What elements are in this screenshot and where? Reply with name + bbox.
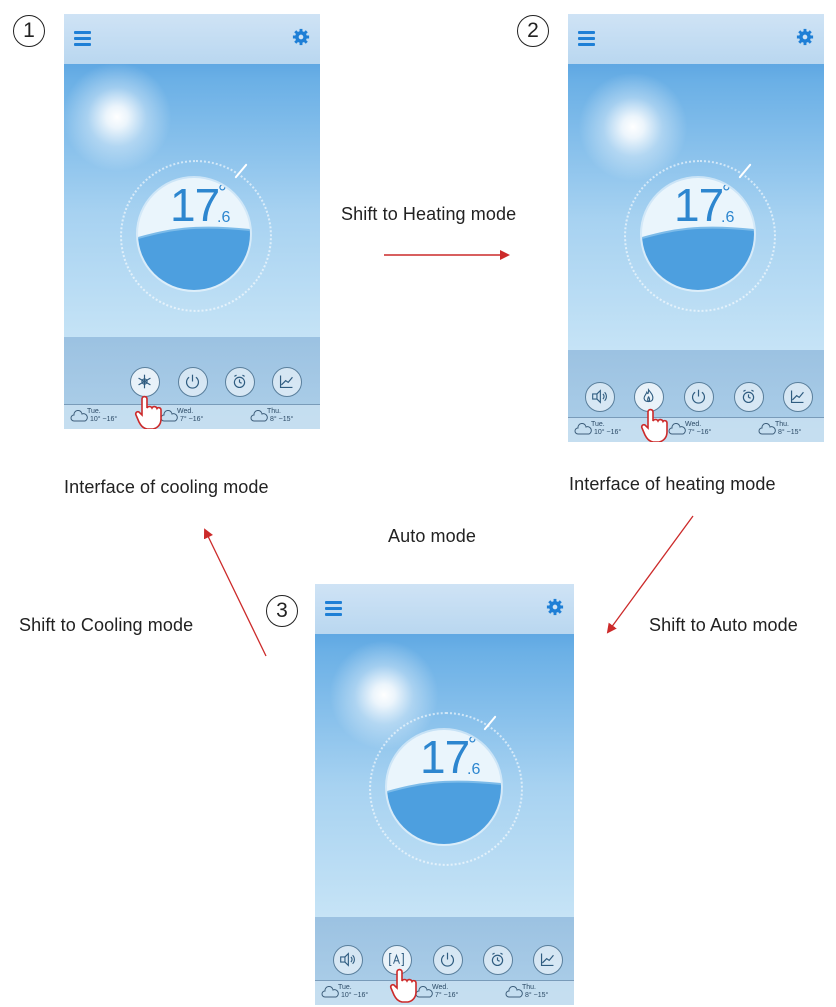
temperature-value: 17 (420, 731, 470, 783)
phone-screen-auto: 17 ° .6 Tue. 10° ~16° Wed. 7° ~16° Thu. … (315, 584, 574, 1005)
control-panel: Tue. 10° ~16° Wed. 7° ~16° Thu. 8° ~15° (568, 350, 824, 442)
speaker-icon (592, 389, 607, 404)
snowflake-icon (138, 374, 151, 389)
temperature-decimal: .6 (217, 209, 231, 226)
alarm-clock-icon (742, 389, 755, 404)
temperature-dial[interactable]: 17 ° .6 (387, 730, 501, 844)
power-icon (185, 374, 200, 389)
timer-button[interactable] (734, 382, 764, 412)
temperature-value: 17 (674, 179, 724, 231)
control-panel: Tue. 10° ~16° Wed. 7° ~16° Thu. 8° ~15° (64, 337, 320, 429)
weather-forecast: Tue. 10° ~16° Wed. 7° ~16° Thu. 8° ~15° (64, 404, 320, 429)
power-icon (691, 389, 706, 404)
power-button[interactable] (433, 945, 463, 975)
pointer-hand-icon (389, 968, 417, 1003)
mode-cooling-button[interactable] (130, 367, 160, 397)
pointer-hand-icon (134, 395, 162, 429)
chart-icon (540, 953, 554, 967)
power-button[interactable] (178, 367, 208, 397)
chart-button[interactable] (272, 367, 302, 397)
gear-icon[interactable] (546, 598, 564, 616)
chart-icon (279, 375, 293, 389)
alarm-clock-icon (233, 374, 246, 389)
caption-auto-mode: Auto mode (388, 526, 476, 546)
flame-icon (643, 388, 654, 403)
caption-shift-to-heating: Shift to Heating mode (341, 204, 517, 224)
chart-button[interactable] (783, 382, 813, 412)
cloud-icon (321, 986, 339, 998)
top-bar (64, 14, 320, 64)
sun-glow (64, 62, 172, 172)
cloud-icon (668, 423, 686, 435)
menu-icon[interactable] (74, 31, 91, 46)
chart-button[interactable] (533, 945, 563, 975)
control-panel: Tue. 10° ~16° Wed. 7° ~16° Thu. 8° ~15° (315, 917, 574, 1005)
caption-interface-cooling: Interface of cooling mode (64, 477, 269, 497)
pointer-hand-icon (640, 408, 668, 442)
temperature-degree: ° (218, 180, 227, 205)
temperature-decimal: .6 (467, 761, 481, 778)
temperature-dial[interactable]: 17 ° .6 (138, 178, 250, 290)
phone-screen-heating: 17 ° .6 Tue. 10° ~16° Wed. 7° ~16° Thu. … (568, 14, 824, 442)
auto-icon (389, 953, 404, 966)
temperature-value: 17 (170, 179, 220, 231)
speaker-icon (340, 952, 355, 967)
top-bar (568, 14, 824, 64)
timer-button[interactable] (225, 367, 255, 397)
cloud-icon (574, 423, 592, 435)
temperature-degree: ° (468, 732, 477, 757)
weather-forecast: Tue. 10° ~16° Wed. 7° ~16° Thu. 8° ~15° (568, 417, 824, 442)
sound-button[interactable] (333, 945, 363, 975)
weather-forecast: Tue. 10° ~16° Wed. 7° ~16° Thu. 8° ~15° (315, 980, 574, 1005)
caption-shift-to-cooling: Shift to Cooling mode (19, 615, 194, 635)
timer-button[interactable] (483, 945, 513, 975)
cloud-icon (505, 986, 523, 998)
caption-interface-heating: Interface of heating mode (569, 474, 776, 494)
menu-icon[interactable] (325, 601, 342, 616)
gear-icon[interactable] (796, 28, 814, 46)
temperature-dial[interactable]: 17 ° .6 (642, 178, 754, 290)
cloud-icon (250, 410, 268, 422)
caption-shift-to-auto: Shift to Auto mode (649, 615, 798, 635)
temperature-decimal: .6 (721, 209, 735, 226)
cloud-icon (758, 423, 776, 435)
alarm-clock-icon (491, 952, 504, 967)
top-bar (315, 584, 574, 634)
power-button[interactable] (684, 382, 714, 412)
menu-icon[interactable] (578, 31, 595, 46)
chart-icon (790, 390, 804, 404)
power-icon (440, 952, 455, 967)
temperature-degree: ° (722, 180, 731, 205)
gear-icon[interactable] (292, 28, 310, 46)
cloud-icon (70, 410, 88, 422)
arrow-auto-to-cooling (203, 528, 267, 657)
phone-screen-cooling: 17 ° .6 Tue. 10° ~16° Wed. 7° ~16° Thu. … (64, 14, 320, 429)
sound-button[interactable] (585, 382, 615, 412)
